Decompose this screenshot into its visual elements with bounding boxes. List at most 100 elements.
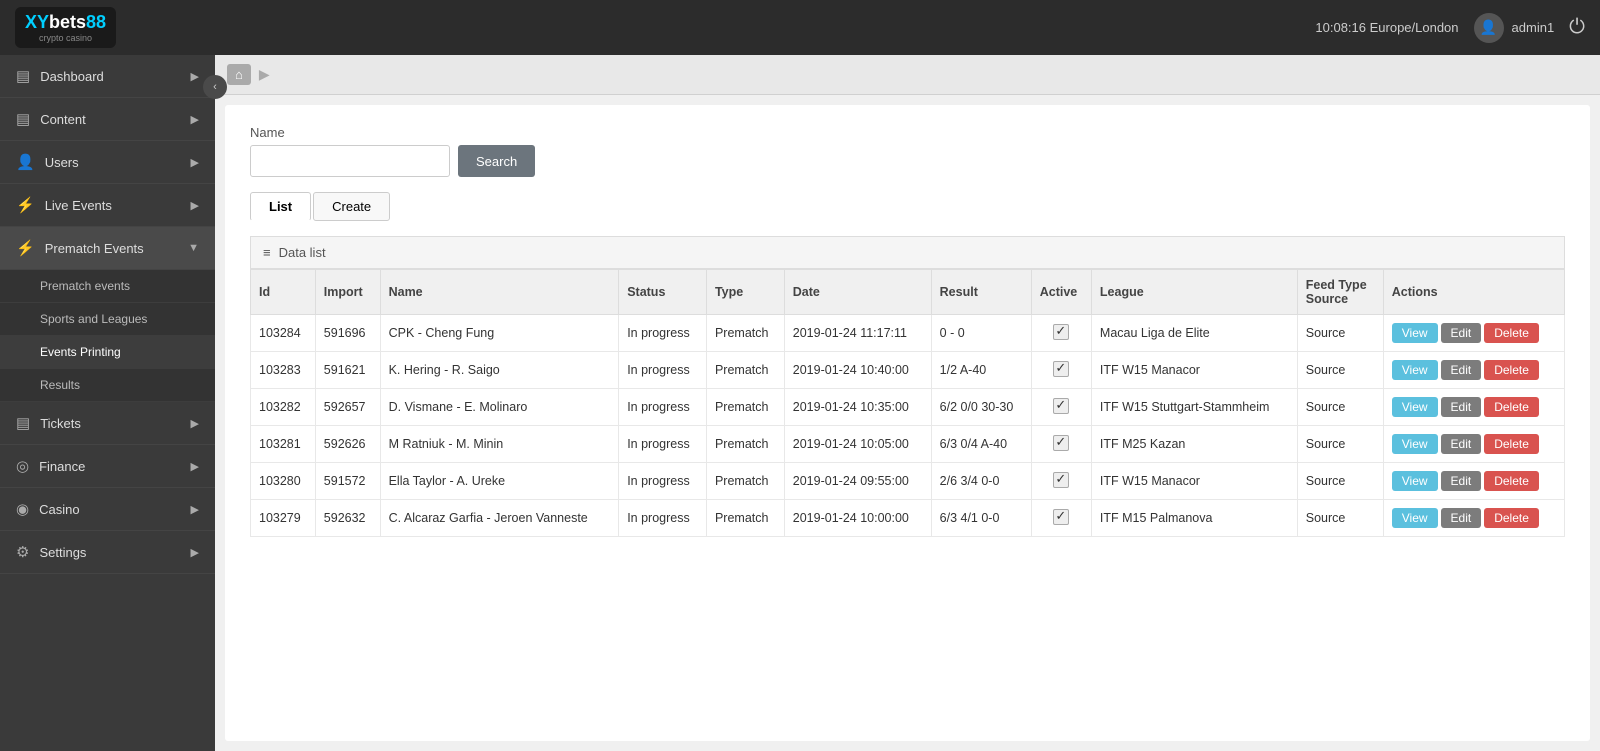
cell-league: Macau Liga de Elite	[1091, 315, 1297, 352]
breadcrumb-home[interactable]: ⌂	[227, 64, 251, 85]
delete-button[interactable]: Delete	[1484, 323, 1539, 343]
sidebar-item-finance[interactable]: ◎ Finance ▶	[0, 445, 215, 488]
search-section: Name Search	[250, 125, 1565, 177]
cell-league: ITF W15 Manacor	[1091, 352, 1297, 389]
logo-title: XYbets88	[25, 12, 106, 33]
logout-icon[interactable]: ⏻	[1569, 16, 1585, 39]
cell-type: Prematch	[706, 500, 784, 537]
gear-icon: ⚙	[16, 543, 29, 561]
casino-icon: ◉	[16, 500, 29, 518]
view-button[interactable]: View	[1392, 434, 1438, 454]
active-checkbox	[1053, 324, 1069, 340]
data-list-header: ≡ Data list	[250, 236, 1565, 269]
delete-button[interactable]: Delete	[1484, 397, 1539, 417]
cell-feed-type: Source	[1297, 426, 1383, 463]
cell-name: CPK - Cheng Fung	[380, 315, 619, 352]
active-checkbox	[1053, 361, 1069, 377]
sidebar-item-prematch-events[interactable]: ⚡ Prematch Events ▼	[0, 227, 215, 270]
tab-list[interactable]: List	[250, 192, 311, 221]
cell-id: 103283	[251, 352, 316, 389]
table-row: 103281 592626 M Ratniuk - M. Minin In pr…	[251, 426, 1565, 463]
edit-button[interactable]: Edit	[1441, 323, 1482, 343]
cell-id: 103284	[251, 315, 316, 352]
page-content: Name Search List Create ≡ Data list	[225, 105, 1590, 741]
cell-active	[1031, 389, 1091, 426]
users-icon: 👤	[16, 153, 35, 171]
topbar-right: 10:08:16 Europe/London 👤 admin1 ⏻	[1315, 13, 1585, 43]
cell-status: In progress	[619, 463, 707, 500]
sidebar-item-live-events[interactable]: ⚡ Live Events ▶	[0, 184, 215, 227]
logo: XYbets88 crypto casino	[15, 7, 116, 48]
breadcrumb-separator: ▶	[259, 66, 270, 83]
table-row: 103282 592657 D. Vismane - E. Molinaro I…	[251, 389, 1565, 426]
topbar-user: 👤 admin1	[1474, 13, 1555, 43]
cell-date: 2019-01-24 11:17:11	[784, 315, 931, 352]
sidebar-toggle-button[interactable]: ‹	[203, 75, 227, 99]
search-input[interactable]	[250, 145, 450, 177]
data-table: Id Import Name Status Type Date Result A…	[250, 269, 1565, 537]
action-buttons: View Edit Delete	[1392, 434, 1556, 454]
cell-id: 103282	[251, 389, 316, 426]
sidebar-label: Prematch Events	[45, 241, 144, 256]
cell-result: 2/6 3/4 0-0	[931, 463, 1031, 500]
content-icon: ▤	[16, 110, 30, 128]
delete-button[interactable]: Delete	[1484, 360, 1539, 380]
col-header-league: League	[1091, 270, 1297, 315]
breadcrumb-bar: ⌂ ▶	[215, 55, 1600, 95]
chevron-right-icon: ▶	[191, 417, 199, 430]
cell-active	[1031, 426, 1091, 463]
avatar: 👤	[1474, 13, 1504, 43]
sidebar-item-content[interactable]: ▤ Content ▶	[0, 98, 215, 141]
cell-feed-type: Source	[1297, 463, 1383, 500]
sidebar-item-settings[interactable]: ⚙ Settings ▶	[0, 531, 215, 574]
sidebar-label: Finance	[39, 459, 85, 474]
topbar: XYbets88 crypto casino 10:08:16 Europe/L…	[0, 0, 1600, 55]
edit-button[interactable]: Edit	[1441, 508, 1482, 528]
cell-actions: View Edit Delete	[1383, 463, 1564, 500]
col-header-result: Result	[931, 270, 1031, 315]
active-checkbox	[1053, 435, 1069, 451]
view-button[interactable]: View	[1392, 397, 1438, 417]
sidebar: ▤ Dashboard ▶ ▤ Content ▶ 👤 Users ▶ ⚡ Li…	[0, 55, 215, 751]
cell-type: Prematch	[706, 426, 784, 463]
cell-name: Ella Taylor - A. Ureke	[380, 463, 619, 500]
chevron-right-icon: ▶	[191, 199, 199, 212]
cell-league: ITF W15 Manacor	[1091, 463, 1297, 500]
submenu-item-results[interactable]: Results	[0, 369, 215, 402]
col-header-type: Type	[706, 270, 784, 315]
delete-button[interactable]: Delete	[1484, 434, 1539, 454]
data-list-title: Data list	[279, 245, 326, 260]
sidebar-item-users[interactable]: 👤 Users ▶	[0, 141, 215, 184]
view-button[interactable]: View	[1392, 323, 1438, 343]
search-button[interactable]: Search	[458, 145, 535, 177]
submenu-item-prematch-events[interactable]: Prematch events	[0, 270, 215, 303]
sidebar-item-tickets[interactable]: ▤ Tickets ▶	[0, 402, 215, 445]
finance-icon: ◎	[16, 457, 29, 475]
edit-button[interactable]: Edit	[1441, 471, 1482, 491]
view-button[interactable]: View	[1392, 471, 1438, 491]
tab-create[interactable]: Create	[313, 192, 390, 221]
cell-date: 2019-01-24 10:00:00	[784, 500, 931, 537]
submenu-item-events-printing[interactable]: Events Printing	[0, 336, 215, 369]
submenu-item-sports-and-leagues[interactable]: Sports and Leagues	[0, 303, 215, 336]
cell-name: M Ratniuk - M. Minin	[380, 426, 619, 463]
sidebar-item-dashboard[interactable]: ▤ Dashboard ▶	[0, 55, 215, 98]
cell-actions: View Edit Delete	[1383, 500, 1564, 537]
sidebar-item-casino[interactable]: ◉ Casino ▶	[0, 488, 215, 531]
edit-button[interactable]: Edit	[1441, 397, 1482, 417]
cell-result: 0 - 0	[931, 315, 1031, 352]
delete-button[interactable]: Delete	[1484, 508, 1539, 528]
delete-button[interactable]: Delete	[1484, 471, 1539, 491]
action-buttons: View Edit Delete	[1392, 397, 1556, 417]
cell-type: Prematch	[706, 315, 784, 352]
cell-type: Prematch	[706, 389, 784, 426]
list-icon: ≡	[263, 245, 271, 260]
edit-button[interactable]: Edit	[1441, 360, 1482, 380]
cell-date: 2019-01-24 10:05:00	[784, 426, 931, 463]
view-button[interactable]: View	[1392, 508, 1438, 528]
cell-type: Prematch	[706, 463, 784, 500]
logo-box: XYbets88 crypto casino	[15, 7, 116, 48]
edit-button[interactable]: Edit	[1441, 434, 1482, 454]
cell-result: 6/3 4/1 0-0	[931, 500, 1031, 537]
view-button[interactable]: View	[1392, 360, 1438, 380]
